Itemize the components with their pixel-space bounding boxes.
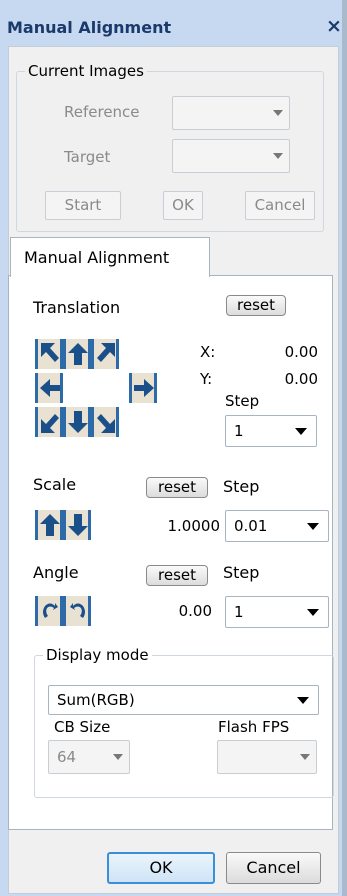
angle-label: Angle <box>33 563 79 582</box>
chevron-down-icon <box>273 110 283 116</box>
cb-size-select[interactable]: 64 <box>48 740 130 774</box>
scale-step-select[interactable]: 0.01 <box>225 510 329 542</box>
angle-step-select[interactable]: 1 <box>225 596 329 628</box>
move-up-left-button[interactable] <box>35 339 63 369</box>
reference-select[interactable] <box>172 96 290 130</box>
scale-down-button[interactable] <box>63 510 91 540</box>
arrow-up-right-icon <box>97 343 115 362</box>
move-right-button[interactable] <box>129 373 157 403</box>
angle-step-value: 1 <box>234 603 244 621</box>
tab-label: Manual Alignment <box>24 248 170 267</box>
ok-button[interactable]: OK <box>107 852 215 884</box>
scale-step-value: 0.01 <box>234 517 268 535</box>
chevron-down-icon <box>307 523 319 530</box>
current-images-ok-button[interactable]: OK <box>163 191 203 220</box>
move-down-button[interactable] <box>63 407 91 437</box>
angle-reset-button[interactable]: reset <box>146 565 208 586</box>
x-value: 0.00 <box>284 343 318 361</box>
translation-reset-button[interactable]: reset <box>226 295 286 316</box>
y-label: Y: <box>200 370 213 388</box>
scale-value: 1.0000 <box>167 517 221 535</box>
scale-label: Scale <box>33 475 77 494</box>
display-mode-legend: Display mode <box>46 646 149 664</box>
rotate-clockwise-button[interactable] <box>35 596 63 626</box>
display-mode-value: Sum(RGB) <box>57 691 135 709</box>
arrow-right-icon <box>134 379 154 397</box>
chevron-down-icon <box>113 754 123 760</box>
angle-step-label: Step <box>223 563 260 582</box>
reference-label: Reference <box>64 103 140 121</box>
arrow-up-icon <box>68 343 88 365</box>
tab-manual-alignment[interactable]: Manual Alignment <box>10 237 210 277</box>
move-up-button[interactable] <box>63 339 91 369</box>
move-down-right-button[interactable] <box>91 407 119 437</box>
move-down-left-button[interactable] <box>35 407 63 437</box>
arrow-up-left-icon <box>41 343 59 362</box>
scale-up-button[interactable] <box>35 510 63 540</box>
window-border <box>342 0 347 896</box>
chevron-down-icon <box>297 697 309 704</box>
rotate-counterclockwise-icon <box>70 603 85 618</box>
current-images-cancel-button[interactable]: Cancel <box>245 191 315 220</box>
arrow-left-icon <box>40 379 60 397</box>
arrow-down-icon <box>68 514 88 536</box>
start-button[interactable]: Start <box>45 191 121 220</box>
arrow-down-icon <box>68 411 88 433</box>
dialog-title: Manual Alignment <box>7 18 172 37</box>
scale-reset-button[interactable]: reset <box>146 477 208 498</box>
scale-step-label: Step <box>223 477 260 496</box>
flash-fps-select[interactable] <box>217 740 317 774</box>
display-mode-select[interactable]: Sum(RGB) <box>48 685 319 715</box>
chevron-down-icon <box>300 754 310 760</box>
current-images-legend: Current Images <box>28 62 144 80</box>
rotate-clockwise-icon <box>43 603 58 618</box>
target-select[interactable] <box>172 139 290 173</box>
move-up-right-button[interactable] <box>91 339 119 369</box>
cb-size-label: CB Size <box>54 718 111 736</box>
move-left-button[interactable] <box>35 373 63 403</box>
cb-size-value: 64 <box>57 748 77 766</box>
chevron-down-icon <box>273 153 283 159</box>
translation-step-value: 1 <box>234 422 244 440</box>
target-label: Target <box>64 148 111 166</box>
arrow-down-left-icon <box>41 414 59 433</box>
close-icon[interactable]: × <box>326 15 342 37</box>
translation-step-label: Step <box>225 392 260 410</box>
arrow-down-right-icon <box>97 414 115 433</box>
x-label: X: <box>200 343 216 361</box>
rotate-counterclockwise-button[interactable] <box>63 596 91 626</box>
chevron-down-icon <box>295 428 307 435</box>
chevron-down-icon <box>307 609 319 616</box>
arrow-up-icon <box>40 514 60 536</box>
angle-value: 0.00 <box>178 602 212 620</box>
cancel-button[interactable]: Cancel <box>226 852 321 884</box>
y-value: 0.00 <box>284 370 318 388</box>
flash-fps-label: Flash FPS <box>218 718 290 736</box>
translation-label: Translation <box>33 298 121 317</box>
translation-step-select[interactable]: 1 <box>225 415 317 447</box>
